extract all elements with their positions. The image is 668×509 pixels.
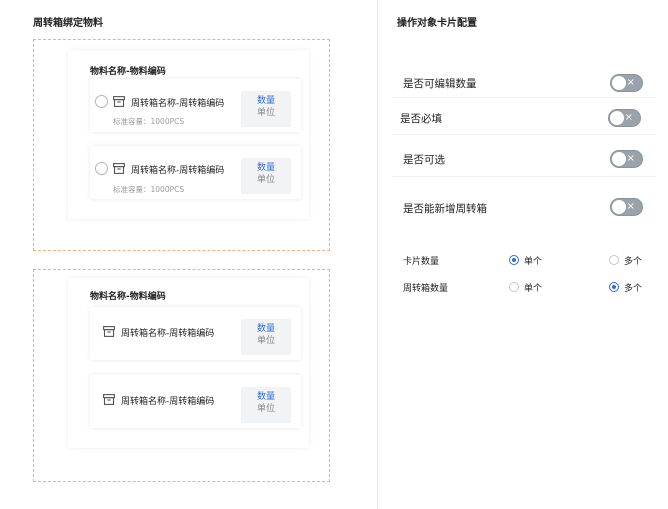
toggle-knob [610,111,624,125]
material-title: 物料名称-物料编码 [90,292,166,302]
material-panel-2: 物料名称-物料编码 周转箱名称-周转箱编码 数量 单位 周转箱名称-周转箱编码 … [68,278,309,448]
selectable-label: 是否可选 [403,154,445,166]
material-panel-1: 物料名称-物料编码 周转箱名称-周转箱编码 标准容量：1000PCS 数量 单位 [68,50,309,219]
box-select-radio[interactable] [95,95,108,108]
box-quantity-single-radio[interactable] [509,282,519,292]
close-icon: × [624,112,633,123]
unit-label: 单位 [256,108,275,118]
toggle-knob [612,152,626,166]
editable-quantity-label: 是否可编辑数量 [403,78,477,90]
card-quantity-single-radio[interactable] [509,255,519,265]
add-box-label: 是否能新增周转箱 [403,203,487,215]
required-toggle[interactable]: × [608,109,641,127]
box-name: 周转箱名称-周转箱编码 [121,397,215,407]
box-quantity-single-text[interactable]: 单个 [524,281,542,294]
archive-box-icon [113,96,125,107]
divider [392,176,656,177]
divider [392,134,656,135]
add-box-toggle[interactable]: × [610,198,643,216]
unit-label: 单位 [256,175,275,185]
box-name: 周转箱名称-周转箱编码 [131,99,225,109]
card-quantity-single-text[interactable]: 单个 [524,254,542,267]
close-icon: × [626,201,635,212]
box-card-2[interactable]: 周转箱名称-周转箱编码 标准容量：1000PCS 数量 单位 [90,146,301,199]
card-quantity-label: 卡片数量 [403,257,440,267]
selectable-toggle[interactable]: × [610,150,643,168]
quantity-label: 数量 [256,392,275,402]
box-select-radio[interactable] [95,162,108,175]
quantity-label: 数量 [256,96,275,106]
material-group-2: 物料名称-物料编码 周转箱名称-周转箱编码 数量 单位 周转箱名称-周转箱编码 … [33,269,330,482]
quantity-label: 数量 [256,163,275,173]
box-card-3[interactable]: 周转箱名称-周转箱编码 数量 单位 [90,307,301,360]
unit-label: 单位 [256,336,275,346]
material-group-1: 物料名称-物料编码 周转箱名称-周转箱编码 标准容量：1000PCS 数量 单位 [33,39,330,251]
material-title: 物料名称-物料编码 [90,67,166,77]
quantity-label: 数量 [256,324,275,334]
toggle-knob [612,200,626,214]
card-quantity-multi-text[interactable]: 多个 [624,254,642,267]
box-name: 周转箱名称-周转箱编码 [131,166,225,176]
binding-section-title: 周转箱绑定物料 [33,18,103,29]
card-quantity-multi-radio[interactable] [609,255,619,265]
box-card-4[interactable]: 周转箱名称-周转箱编码 数量 单位 [90,375,301,428]
archive-box-icon [113,163,125,174]
box-quantity-multi-radio[interactable] [609,282,619,292]
quantity-box[interactable]: 数量 单位 [241,91,291,127]
editable-quantity-toggle[interactable]: × [610,74,643,92]
box-name: 周转箱名称-周转箱编码 [121,329,215,339]
quantity-box[interactable]: 数量 单位 [241,158,291,194]
close-icon: × [626,153,635,164]
toggle-knob [612,76,626,90]
archive-box-icon [103,326,115,337]
archive-box-icon [103,394,115,405]
box-capacity: 标准容量：1000PCS [113,117,185,126]
divider [392,97,656,98]
panel-divider [377,0,378,509]
config-section-title: 操作对象卡片配置 [397,18,477,29]
quantity-box[interactable]: 数量 单位 [241,319,291,355]
box-capacity: 标准容量：1000PCS [113,185,185,194]
box-quantity-label: 周转箱数量 [403,284,449,294]
quantity-box[interactable]: 数量 单位 [241,387,291,423]
close-icon: × [626,77,635,88]
unit-label: 单位 [256,404,275,414]
required-label: 是否必填 [400,113,442,125]
box-card-1[interactable]: 周转箱名称-周转箱编码 标准容量：1000PCS 数量 单位 [90,79,301,132]
box-quantity-multi-text[interactable]: 多个 [624,281,642,294]
